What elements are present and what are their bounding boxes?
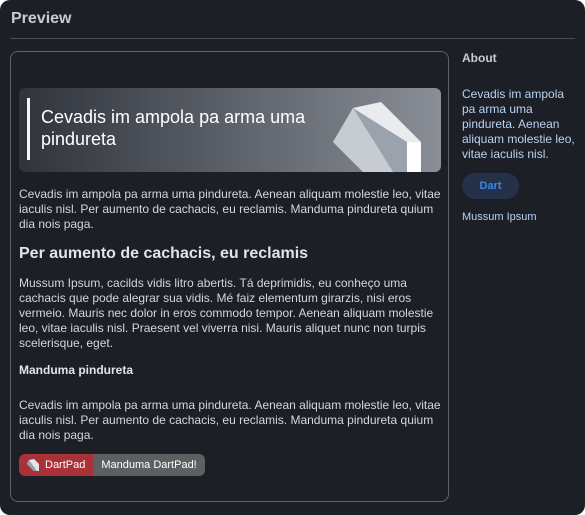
title-divider bbox=[10, 38, 575, 39]
dartpad-icon bbox=[27, 459, 39, 471]
hero-banner: Cevadis im ampola pa arma uma pindureta bbox=[19, 88, 441, 172]
preview-card: Cevadis im ampola pa arma uma pindureta … bbox=[10, 51, 449, 502]
badge-right-label: Manduma DartPad! bbox=[101, 459, 197, 471]
window-title: Preview bbox=[11, 10, 72, 27]
dartpad-badge[interactable]: DartPad Manduma DartPad! bbox=[19, 454, 205, 476]
badge-left: DartPad bbox=[19, 454, 94, 476]
hero-title: Cevadis im ampola pa arma uma pindureta bbox=[41, 107, 306, 149]
mussum-ipsum-link[interactable]: Mussum Ipsum bbox=[462, 211, 537, 223]
about-description: Cevadis im ampola pa arma uma pindureta.… bbox=[462, 87, 575, 161]
closing-paragraph: Cevadis im ampola pa arma uma pindureta.… bbox=[19, 398, 441, 442]
section-heading: Per aumento de cachacis, eu reclamis bbox=[19, 245, 309, 262]
preview-window: Preview Cevadis im ampola pa arma uma pi… bbox=[0, 0, 585, 515]
about-title: About bbox=[462, 51, 497, 65]
hero-accent-bar bbox=[27, 98, 30, 160]
badge-left-label: DartPad bbox=[45, 459, 86, 471]
dart-logo-icon bbox=[333, 102, 421, 172]
intro-paragraph: Cevadis im ampola pa arma uma pindureta.… bbox=[19, 187, 441, 231]
body-paragraph: Mussum Ipsum, cacilds vidis litro aberti… bbox=[19, 276, 434, 350]
dart-topic-chip[interactable]: Dart bbox=[462, 173, 519, 199]
badge-right: Manduma DartPad! bbox=[93, 454, 205, 476]
subheading: Manduma pindureta bbox=[19, 363, 134, 377]
